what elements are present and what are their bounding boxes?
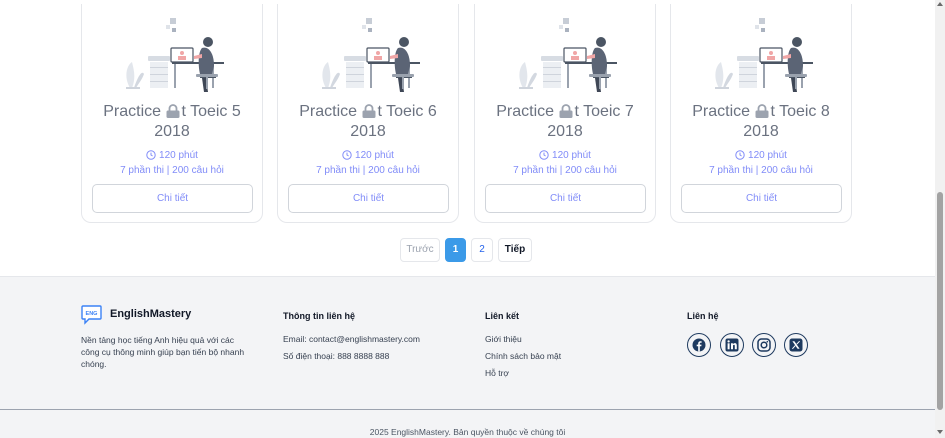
clock-icon [146,150,156,160]
test-card: Practice t Toeic 5 2018 120 phút 7 phần … [81,4,263,223]
contact-email[interactable]: Email: contact@englishmastery.com [283,334,420,344]
copyright-text: 2025 EnglishMastery. Bản quyền thuộc về … [369,427,566,437]
card-title-part: Practice [692,103,755,120]
test-card-grid: Practice t Toeic 5 2018 120 phút 7 phần … [81,4,853,224]
link-support[interactable]: Hỗ trợ [485,368,509,378]
card-title-year: 2018 [547,123,583,140]
card-duration: 120 phút [278,150,458,161]
contact-phone[interactable]: Số điện thoại: 888 8888 888 [283,351,389,361]
exam-illustration [116,18,228,98]
lock-icon [559,104,573,118]
page-1-button[interactable]: 1 [445,238,466,262]
brand-logo-icon: ENG [81,305,102,325]
exam-illustration [705,18,817,98]
brand-logo-text: ENG [86,311,98,317]
detail-button[interactable]: Chi tiết [92,184,253,213]
footer-divider [0,409,935,410]
card-duration: 120 phút [671,150,851,161]
clock-icon [735,150,745,160]
scroll-up-icon[interactable] [937,2,943,6]
card-title-part: Practice [103,103,166,120]
lock-icon [166,104,180,118]
site-footer: ENG EnglishMastery Nền tảng học tiếng An… [0,276,935,438]
prev-page-button[interactable]: Trước [400,238,440,262]
x-icon[interactable] [784,333,808,357]
facebook-icon[interactable] [687,333,711,357]
card-parts: 7 phần thi | 200 câu hỏi [709,165,813,176]
exam-illustration [312,18,424,98]
next-page-button[interactable]: Tiếp [498,238,532,262]
detail-button[interactable]: Chi tiết [288,184,449,213]
card-title-year: 2018 [154,123,190,140]
card-title-year: 2018 [350,123,386,140]
brand-name: EnglishMastery [110,308,192,320]
page-2-button[interactable]: 2 [471,238,493,262]
card-title-year: 2018 [743,123,779,140]
scrollbar[interactable] [935,0,945,438]
card-title-part: Practice [496,103,559,120]
link-about[interactable]: Giới thiệu [485,334,522,344]
social-title: Liên hệ [687,311,719,321]
brand-description: Nền tảng học tiếng Anh hiệu quả với các … [81,335,245,369]
contact-title: Thông tin liên hệ [283,311,355,321]
card-duration-text: 120 phút [552,150,591,161]
test-card: Practice t Toeic 8 2018 120 phút 7 phần … [670,4,852,223]
card-duration-text: 120 phút [159,150,198,161]
card-title[interactable]: Practice t Toeic 6 2018 [278,102,458,142]
card-parts: 7 phần thi | 200 câu hỏi [120,165,224,176]
card-duration: 120 phút [82,150,262,161]
card-parts: 7 phần thi | 200 câu hỏi [513,165,617,176]
card-duration-text: 120 phút [355,150,394,161]
exam-illustration [509,18,621,98]
clock-icon [539,150,549,160]
card-parts: 7 phần thi | 200 câu hỏi [316,165,420,176]
linkedin-icon[interactable] [720,333,744,357]
scroll-down-icon[interactable] [937,430,943,434]
link-privacy[interactable]: Chính sách bảo mật [485,351,561,361]
card-duration: 120 phút [475,150,655,161]
detail-button[interactable]: Chi tiết [681,184,842,213]
scrollbar-thumb[interactable] [937,192,943,410]
card-title-part: t Toeic 8 [770,103,830,120]
detail-button[interactable]: Chi tiết [485,184,646,213]
card-title-part: t Toeic 5 [181,103,241,120]
test-card: Practice t Toeic 6 2018 120 phút 7 phần … [277,4,459,223]
clock-icon [342,150,352,160]
card-title-part: t Toeic 7 [574,103,634,120]
card-title-part: t Toeic 6 [377,103,437,120]
lock-icon [362,104,376,118]
card-title[interactable]: Practice t Toeic 5 2018 [82,102,262,142]
card-title-part: Practice [299,103,362,120]
card-title[interactable]: Practice t Toeic 8 2018 [671,102,851,142]
card-title[interactable]: Practice t Toeic 7 2018 [475,102,655,142]
card-duration-text: 120 phút [748,150,787,161]
links-title: Liên kết [485,311,520,321]
lock-icon [755,104,769,118]
instagram-icon[interactable] [752,333,776,357]
test-card: Practice t Toeic 7 2018 120 phút 7 phần … [474,4,656,223]
